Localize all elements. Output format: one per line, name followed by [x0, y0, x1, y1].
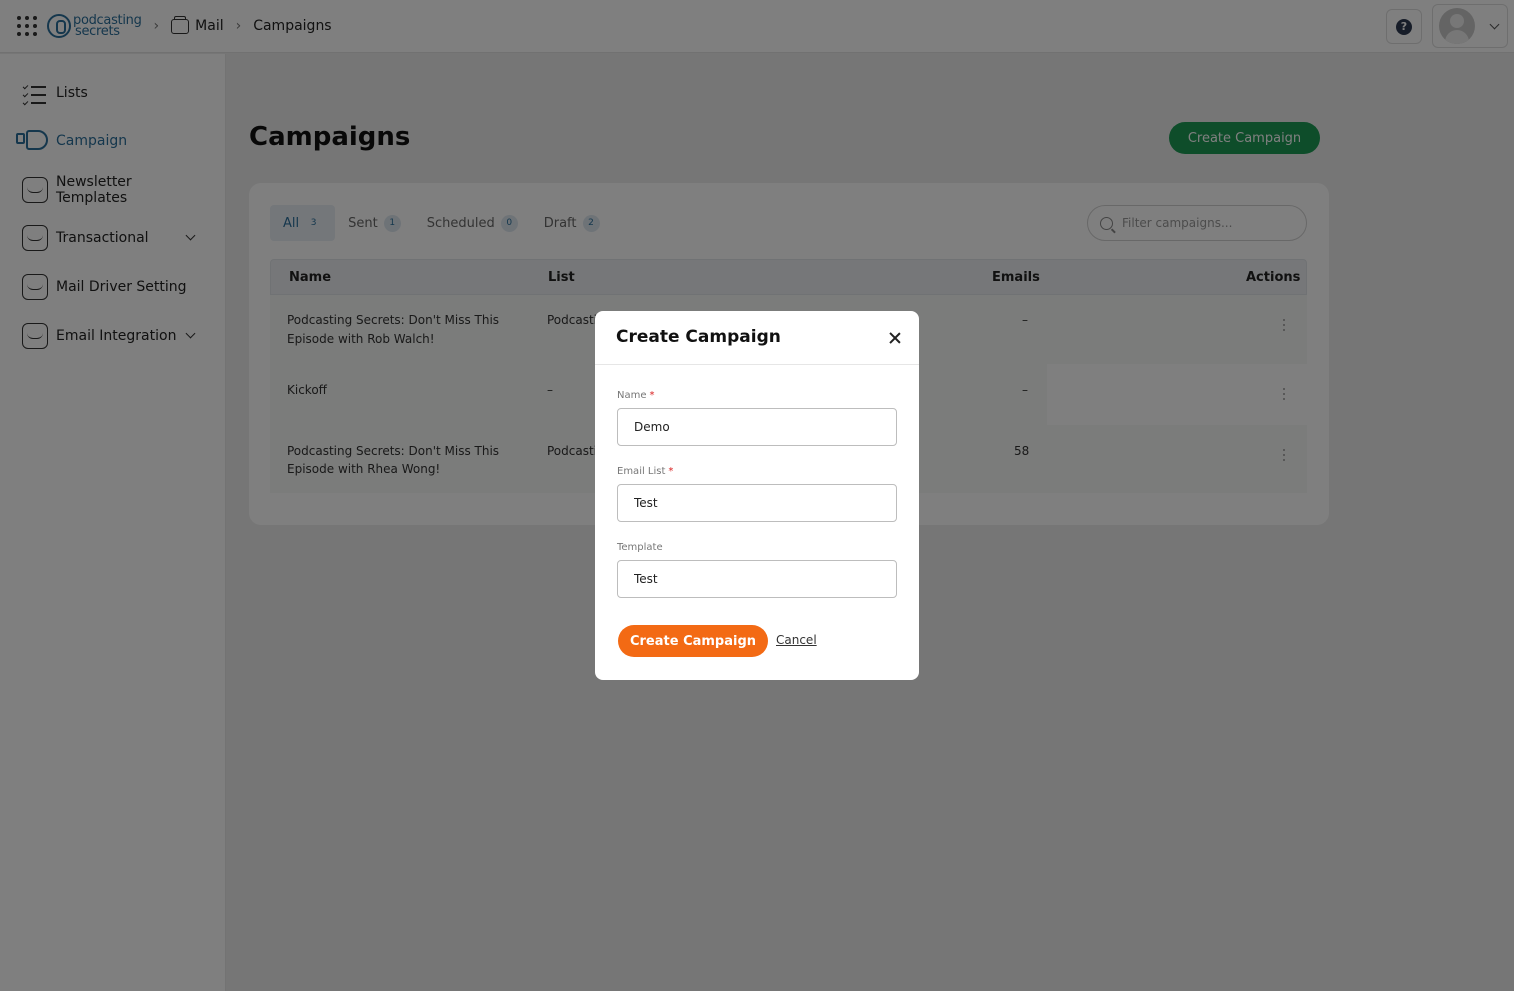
email-list-label-text: Email List	[617, 466, 666, 477]
email-list-field-label: Email List *	[617, 466, 673, 477]
dialog-header: Create Campaign	[595, 311, 919, 365]
template-field-label: Template	[617, 542, 663, 553]
name-label-text: Name	[617, 390, 647, 401]
submit-create-campaign-button[interactable]: Create Campaign	[618, 625, 768, 657]
required-marker: *	[668, 466, 674, 477]
template-input[interactable]	[617, 560, 897, 598]
template-label-text: Template	[617, 542, 663, 553]
dialog-title: Create Campaign	[616, 327, 781, 347]
close-icon[interactable]	[889, 332, 901, 344]
name-field-label: Name *	[617, 390, 655, 401]
required-marker: *	[649, 390, 655, 401]
campaign-name-input[interactable]	[617, 408, 897, 446]
cancel-link[interactable]: Cancel	[776, 633, 817, 647]
email-list-input[interactable]	[617, 484, 897, 522]
create-campaign-dialog: Create Campaign Name* Email List* Templa…	[595, 311, 919, 680]
